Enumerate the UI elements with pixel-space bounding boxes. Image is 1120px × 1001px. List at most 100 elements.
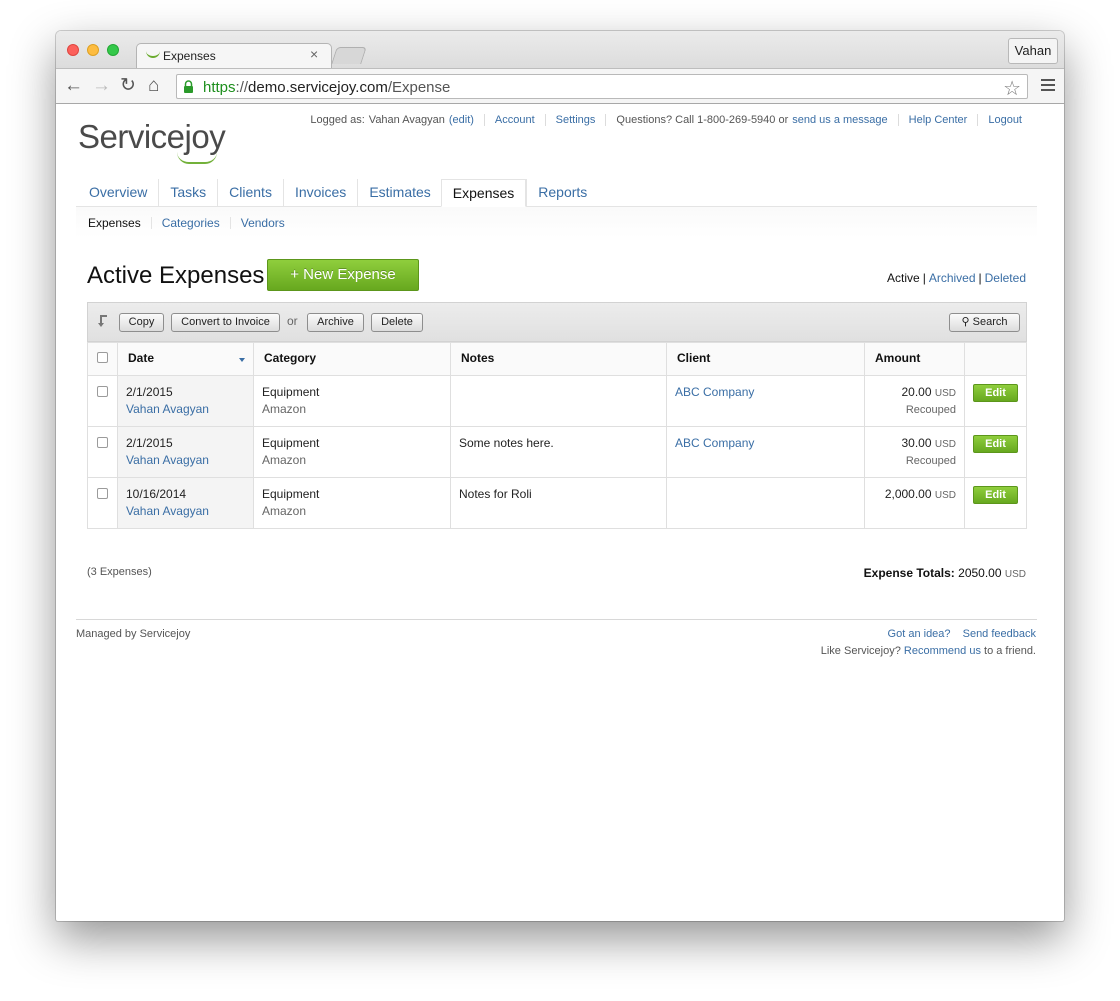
recommend-link[interactable]: Recommend us	[904, 645, 981, 657]
expense-vendor: Amazon	[262, 402, 307, 416]
selected-arrow-icon	[98, 315, 107, 327]
totals-value: 2050.00	[958, 566, 1002, 580]
new-expense-button[interactable]: + New Expense	[267, 259, 419, 291]
search-button[interactable]: ⚲ Search	[949, 313, 1020, 332]
column-client[interactable]: Client	[666, 342, 865, 376]
footer-links: Got an idea? Send feedback	[879, 628, 1036, 640]
recouped-status: Recouped	[905, 455, 956, 467]
column-notes[interactable]: Notes	[450, 342, 667, 376]
column-date[interactable]: Date	[117, 342, 254, 376]
filter-deleted[interactable]: Deleted	[985, 271, 1026, 285]
expense-date: 2/1/2015	[126, 385, 173, 399]
tab-overview[interactable]: Overview	[76, 179, 158, 207]
address-bar[interactable]: https://demo.servicejoy.com/Expense ☆	[176, 74, 1028, 101]
subtab-expenses[interactable]: Expenses	[76, 217, 151, 229]
edit-profile-link[interactable]: (edit)	[449, 114, 474, 126]
amount-cell: 2,000.00 USD	[864, 477, 965, 529]
tab-reports[interactable]: Reports	[526, 179, 598, 207]
row-checkbox[interactable]	[97, 437, 108, 448]
expense-user-link[interactable]: Vahan Avagyan	[126, 452, 245, 469]
filter-active[interactable]: Active	[887, 271, 920, 285]
zoom-window-icon[interactable]	[107, 44, 119, 56]
got-idea-link[interactable]: Got an idea?	[888, 628, 951, 640]
category-cell: Equipment Amazon	[253, 426, 451, 478]
forward-arrow-icon[interactable]: →	[92, 75, 111, 97]
profile-button[interactable]: Vahan	[1008, 38, 1058, 64]
help-center-link[interactable]: Help Center	[909, 114, 968, 126]
copy-button[interactable]: Copy	[119, 313, 164, 332]
client-link[interactable]: ABC Company	[675, 385, 754, 399]
select-all-checkbox[interactable]	[97, 352, 108, 363]
delete-button[interactable]: Delete	[371, 313, 423, 332]
to-friend-text: to a friend.	[984, 645, 1036, 657]
edit-button[interactable]: Edit	[973, 384, 1018, 402]
expense-category: Equipment	[262, 436, 320, 450]
settings-link[interactable]: Settings	[556, 114, 596, 126]
row-select-cell	[87, 426, 118, 478]
new-tab-button[interactable]	[331, 47, 367, 64]
managed-by-text: Managed by Servicejoy	[76, 628, 191, 640]
home-icon[interactable]: ⌂	[148, 75, 159, 97]
expense-vendor: Amazon	[262, 453, 307, 467]
tab-invoices[interactable]: Invoices	[282, 179, 357, 207]
expense-user-link[interactable]: Vahan Avagyan	[126, 401, 245, 418]
minimize-window-icon[interactable]	[87, 44, 99, 56]
or-label: or	[287, 314, 298, 328]
main-nav: Overview Tasks Clients Invoices Estimate…	[76, 179, 1036, 207]
actions-cell: Edit	[964, 426, 1027, 478]
date-cell: 2/1/2015 Vahan Avagyan	[117, 375, 254, 427]
expense-count: (3 Expenses)	[87, 566, 152, 578]
lock-icon	[184, 80, 193, 93]
edit-button[interactable]: Edit	[973, 486, 1018, 504]
tab-estimates[interactable]: Estimates	[357, 179, 441, 207]
menu-icon[interactable]	[1041, 79, 1055, 94]
send-feedback-link[interactable]: Send feedback	[963, 628, 1036, 640]
expense-vendor: Amazon	[262, 504, 307, 518]
tab-tasks[interactable]: Tasks	[158, 179, 217, 207]
expense-user-link[interactable]: Vahan Avagyan	[126, 503, 245, 520]
table-header-row: Date Category Notes Client Amount	[87, 342, 1027, 376]
tab-title: Expenses	[163, 49, 216, 63]
send-message-link[interactable]: send us a message	[792, 114, 887, 126]
column-date-label: Date	[128, 351, 155, 365]
tab-clients[interactable]: Clients	[217, 179, 283, 207]
subtab-vendors[interactable]: Vendors	[229, 216, 295, 229]
expense-amount: 20.00	[901, 385, 932, 399]
status-filter: Active | Archived | Deleted	[887, 271, 1026, 285]
logo-smile-icon	[177, 152, 217, 164]
close-window-icon[interactable]	[67, 44, 79, 56]
support-text: Questions? Call 1-800-269-5940 or	[616, 114, 789, 126]
tab-close-icon[interactable]: ×	[310, 46, 318, 62]
column-category[interactable]: Category	[253, 342, 451, 376]
subtab-categories[interactable]: Categories	[150, 216, 230, 229]
divider	[544, 114, 546, 126]
archive-button[interactable]: Archive	[307, 313, 364, 332]
convert-to-invoice-button[interactable]: Convert to Invoice	[171, 313, 280, 332]
row-checkbox[interactable]	[97, 488, 108, 499]
account-link[interactable]: Account	[495, 114, 535, 126]
filter-archived[interactable]: Archived	[929, 271, 976, 285]
client-link[interactable]: ABC Company	[675, 436, 754, 450]
servicejoy-logo[interactable]: Servicejoy	[78, 118, 226, 156]
column-actions	[964, 342, 1027, 376]
reload-icon[interactable]: ↻	[120, 75, 136, 97]
tab-expenses[interactable]: Expenses	[440, 179, 527, 207]
footer-divider	[76, 619, 1037, 620]
divider	[977, 114, 979, 126]
column-amount[interactable]: Amount	[864, 342, 965, 376]
star-icon[interactable]: ☆	[1003, 76, 1021, 101]
search-icon: ⚲	[961, 316, 970, 328]
amount-cell: 30.00 USD Recouped	[864, 426, 965, 478]
logout-link[interactable]: Logout	[988, 114, 1022, 126]
filter-separator: |	[978, 271, 982, 285]
edit-button[interactable]: Edit	[973, 435, 1018, 453]
row-select-cell	[87, 375, 118, 427]
table-row: 10/16/2014 Vahan Avagyan Equipment Amazo…	[87, 477, 1027, 529]
back-arrow-icon[interactable]: ←	[64, 75, 83, 97]
category-cell: Equipment Amazon	[253, 477, 451, 529]
notes-cell	[450, 375, 667, 427]
filter-separator: |	[922, 271, 926, 285]
like-text: Like Servicejoy?	[820, 645, 901, 657]
row-checkbox[interactable]	[97, 386, 108, 397]
url-scheme: https	[203, 79, 236, 96]
